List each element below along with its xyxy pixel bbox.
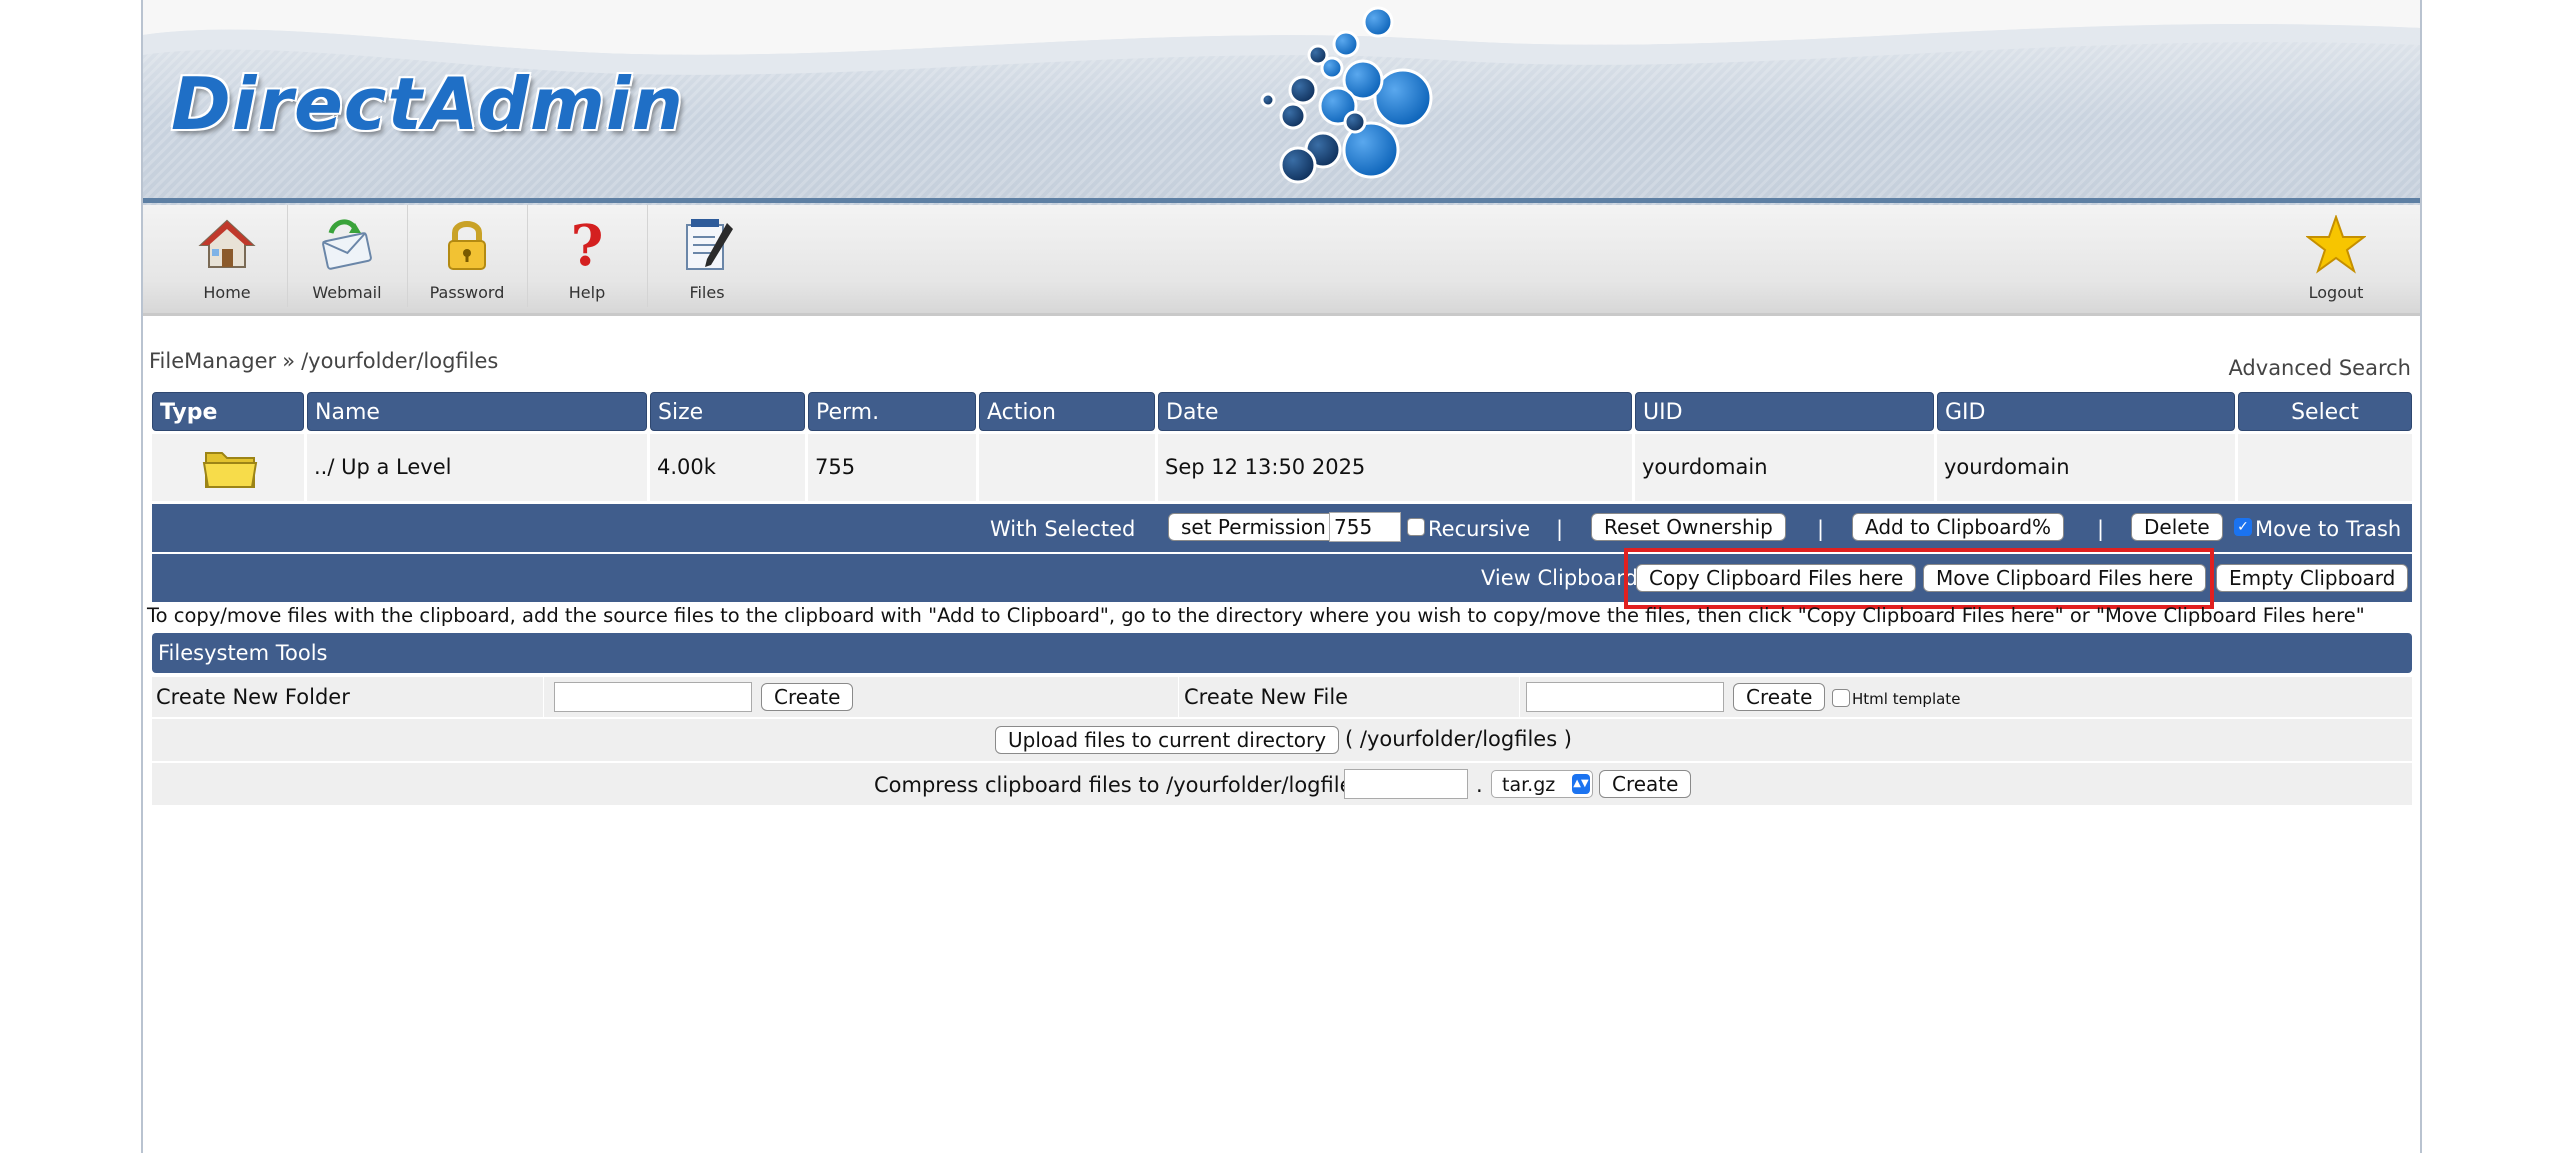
empty-clipboard-button[interactable]: Empty Clipboard — [2216, 564, 2409, 592]
page-frame: DirectAdmin Home Webmail Password ? Help… — [141, 0, 2422, 1153]
type-cell — [152, 434, 304, 501]
permission-input[interactable]: 755 — [1329, 512, 1401, 542]
new-file-input[interactable] — [1526, 682, 1724, 712]
file-date: Sep 12 13:50 2025 — [1158, 434, 1632, 501]
svg-text:?: ? — [571, 215, 604, 275]
view-clipboard-link[interactable]: View Clipboard — [1481, 566, 1638, 590]
breadcrumb-path-link[interactable]: /yourfolder/logfiles — [301, 349, 498, 373]
toolbar-files[interactable]: Files — [647, 205, 767, 307]
toolbar-webmail[interactable]: Webmail — [287, 205, 408, 307]
question-icon: ? — [571, 215, 604, 275]
column-header-date: Date — [1158, 392, 1632, 431]
star-icon — [2306, 215, 2366, 274]
toolbar-webmail-label: Webmail — [312, 283, 382, 302]
breadcrumb: FileManager»/yourfolder/logfiles — [149, 349, 498, 373]
move-clipboard-files-button[interactable]: Move Clipboard Files here — [1923, 564, 2207, 592]
toolbar-files-label: Files — [689, 283, 725, 302]
upload-files-button[interactable]: Upload files to current directory — [995, 726, 1340, 754]
create-folder-label: Create New Folder — [156, 685, 350, 709]
lock-icon — [448, 221, 486, 270]
toolbar-password-label: Password — [429, 283, 505, 302]
compress-row: Compress clipboard files to /yourfolder/… — [152, 763, 2412, 805]
toolbar-logout-label: Logout — [2308, 283, 2364, 302]
column-header-select: Select — [2238, 392, 2412, 431]
file-gid: yourdomain — [1937, 434, 2235, 501]
copy-clipboard-files-button[interactable]: Copy Clipboard Files here — [1636, 564, 1917, 592]
recursive-checkbox[interactable] — [1407, 518, 1425, 536]
toolbar-help[interactable]: ? Help — [527, 205, 648, 307]
directadmin-logo: DirectAdmin — [171, 62, 684, 146]
recursive-label: Recursive — [1428, 517, 1531, 541]
breadcrumb-root-link[interactable]: FileManager — [149, 349, 276, 373]
compress-label: Compress clipboard files to /yourfolder/… — [874, 773, 1371, 797]
set-permission-button[interactable]: set Permission — [1168, 513, 1339, 541]
upload-row: Upload files to current directory ( /you… — [152, 719, 2412, 761]
breadcrumb-separator: » — [282, 349, 296, 373]
move-to-trash-checkbox[interactable]: ✓ — [2234, 518, 2252, 536]
column-header-uid: UID — [1635, 392, 1934, 431]
advanced-search-link[interactable]: Advanced Search — [2228, 356, 2411, 380]
toolbar-home[interactable]: Home — [167, 205, 288, 307]
toolbar-password[interactable]: Password — [407, 205, 528, 307]
files-icon — [686, 219, 733, 270]
filesystem-tools-header: Filesystem Tools — [152, 633, 2412, 673]
compress-format-select[interactable]: tar.gz ▲▼ — [1491, 770, 1593, 798]
upload-path-label: ( /yourfolder/logfiles ) — [1345, 727, 1573, 751]
header-banner: DirectAdmin — [143, 0, 2420, 205]
separator-2: | — [1817, 517, 1825, 541]
column-header-perm: Perm. — [808, 392, 976, 431]
move-to-trash-label: Move to Trash — [2255, 517, 2402, 541]
create-folder-button[interactable]: Create — [761, 683, 854, 711]
reset-ownership-button[interactable]: Reset Ownership — [1591, 513, 1786, 541]
file-action — [979, 434, 1155, 501]
bubbles-logo-graphic — [1260, 6, 1433, 184]
with-selected-label: With Selected — [990, 517, 1136, 541]
compress-dot: . — [1476, 773, 1483, 797]
delete-button[interactable]: Delete — [2131, 513, 2223, 541]
create-row: Create New Folder Create Create New File… — [152, 677, 2412, 717]
home-icon — [198, 219, 256, 268]
file-size: 4.00k — [650, 434, 805, 501]
chevron-updown-icon: ▲▼ — [1572, 774, 1590, 794]
toolbar-home-label: Home — [203, 283, 251, 302]
clipboard-bar: View Clipboard Copy Clipboard Files here… — [152, 555, 2412, 602]
compress-name-input[interactable] — [1344, 769, 1468, 799]
toolbar-help-label: Help — [568, 283, 606, 302]
main-toolbar: Home Webmail Password ? Help Files Logou… — [143, 205, 2420, 316]
column-header-action: Action — [979, 392, 1155, 431]
compress-create-button[interactable]: Create — [1599, 770, 1692, 798]
separator-3: | — [2097, 517, 2105, 541]
create-file-label: Create New File — [1184, 685, 1349, 709]
column-header-name: Name — [307, 392, 647, 431]
create-file-button[interactable]: Create — [1733, 683, 1826, 711]
file-select — [2238, 434, 2412, 501]
file-name-link[interactable]: ../ Up a Level — [307, 434, 647, 501]
file-uid: yourdomain — [1635, 434, 1934, 501]
column-header-type: Type — [152, 392, 304, 431]
add-to-clipboard-button[interactable]: Add to Clipboard% — [1852, 513, 2065, 541]
toolbar-logout[interactable]: Logout — [2276, 205, 2396, 307]
separator-1: | — [1556, 517, 1564, 541]
clipboard-info-text: To copy/move files with the clipboard, a… — [147, 604, 2365, 627]
compress-format-value: tar.gz — [1502, 774, 1556, 796]
column-header-gid: GID — [1937, 392, 2235, 431]
with-selected-bar: With Selected set Permission 755 Recursi… — [152, 504, 2412, 556]
file-perm: 755 — [808, 434, 976, 501]
html-template-checkbox[interactable] — [1832, 689, 1850, 707]
html-template-label: Html template — [1852, 690, 1961, 708]
webmail-icon — [322, 219, 372, 270]
bar-divider — [152, 552, 2412, 554]
new-folder-input[interactable] — [554, 682, 752, 712]
column-header-size: Size — [650, 392, 805, 431]
folder-icon — [202, 452, 258, 488]
